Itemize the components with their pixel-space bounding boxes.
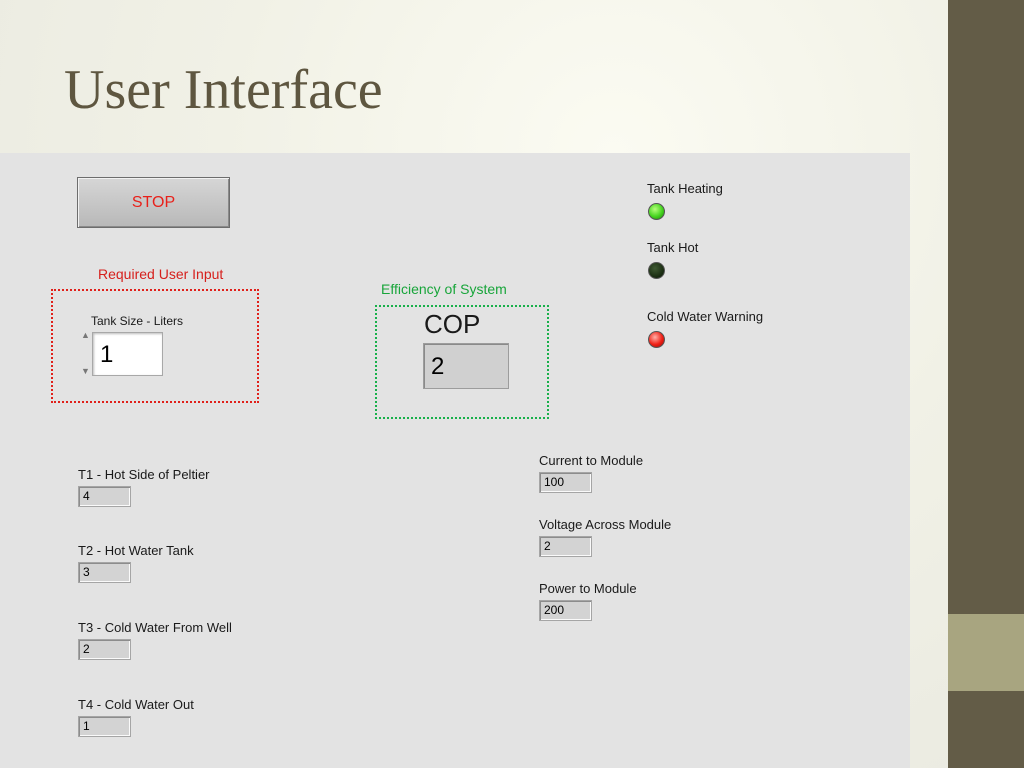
power-indicator: 200 bbox=[539, 600, 592, 621]
decrement-arrow-icon[interactable]: ▼ bbox=[80, 366, 91, 377]
cold-water-warning-label: Cold Water Warning bbox=[647, 309, 764, 324]
tank-size-input[interactable]: 1 bbox=[92, 332, 163, 376]
slide-title: User Interface bbox=[64, 59, 383, 121]
tank-size-label: Tank Size - Liters bbox=[91, 314, 184, 328]
front-panel bbox=[0, 153, 910, 768]
efficiency-heading: Efficiency of System bbox=[381, 281, 507, 297]
increment-arrow-icon[interactable]: ▲ bbox=[80, 330, 91, 341]
cop-label: COP bbox=[424, 309, 481, 339]
required-input-heading: Required User Input bbox=[98, 266, 224, 282]
cop-indicator: 2 bbox=[423, 343, 509, 389]
tank-hot-label: Tank Hot bbox=[647, 240, 699, 255]
slide-sidebar-accent bbox=[948, 614, 1024, 691]
t1-label: T1 - Hot Side of Peltier bbox=[78, 467, 210, 482]
tank-hot-led-icon bbox=[648, 262, 665, 279]
tank-heating-led-icon bbox=[648, 203, 665, 220]
t3-indicator: 2 bbox=[78, 639, 131, 660]
t4-label: T4 - Cold Water Out bbox=[78, 697, 194, 712]
t1-indicator: 4 bbox=[78, 486, 131, 507]
t3-label: T3 - Cold Water From Well bbox=[78, 620, 232, 635]
power-label: Power to Module bbox=[539, 581, 637, 596]
t2-indicator: 3 bbox=[78, 562, 131, 583]
current-indicator: 100 bbox=[539, 472, 592, 493]
t2-label: T2 - Hot Water Tank bbox=[78, 543, 194, 558]
current-label: Current to Module bbox=[539, 453, 644, 468]
voltage-indicator: 2 bbox=[539, 536, 592, 557]
tank-heating-label: Tank Heating bbox=[647, 181, 723, 196]
voltage-label: Voltage Across Module bbox=[539, 517, 672, 532]
t4-indicator: 1 bbox=[78, 716, 131, 737]
cold-water-warning-led-icon bbox=[648, 331, 665, 348]
stop-button[interactable]: STOP bbox=[77, 177, 230, 228]
